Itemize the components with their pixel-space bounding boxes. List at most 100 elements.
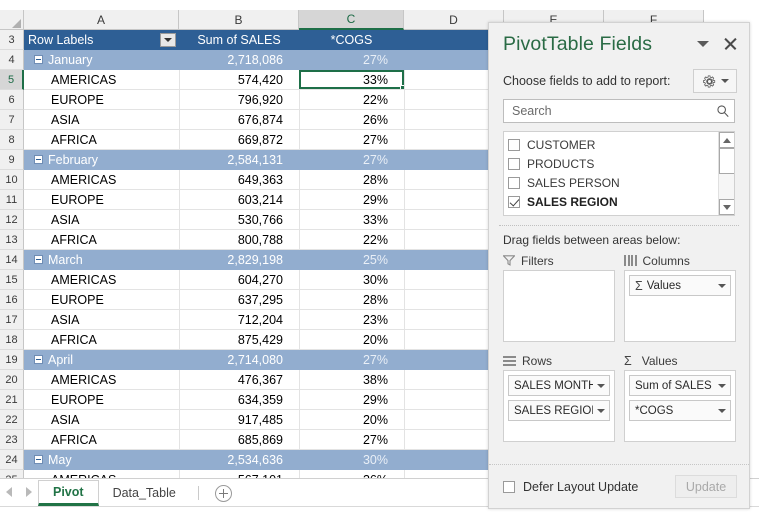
cell-cogs[interactable]: 38% <box>299 370 404 390</box>
zone-columns[interactable]: Columns Σ Values <box>624 251 736 342</box>
cell-label[interactable]: AFRICA <box>24 330 179 350</box>
row-header-23[interactable]: 23 <box>0 430 24 450</box>
prev-sheet-icon[interactable] <box>6 487 12 497</box>
field-checkbox[interactable] <box>508 214 520 215</box>
chevron-down-icon[interactable] <box>718 383 726 388</box>
cell-label[interactable]: AFRICA <box>24 130 179 150</box>
collapse-minus-icon[interactable] <box>34 355 43 364</box>
field-list-item[interactable]: CUSTOMER <box>508 135 718 154</box>
chevron-down-icon[interactable] <box>597 408 605 413</box>
cell-sales[interactable]: 634,359 <box>179 390 299 410</box>
cell-cogs[interactable]: 27% <box>299 150 404 170</box>
zone-rows-dropbox[interactable]: SALES MONTH SALES REGION <box>503 370 615 442</box>
field-checkbox[interactable] <box>508 176 520 189</box>
cell-label[interactable]: AFRICA <box>24 430 179 450</box>
cell-label[interactable]: EUROPE <box>24 290 179 310</box>
cell-label[interactable]: EUROPE <box>24 390 179 410</box>
row-header-20[interactable]: 20 <box>0 370 24 390</box>
row-header-17[interactable]: 17 <box>0 310 24 330</box>
field-list-item[interactable]: SALES REGION <box>508 192 718 211</box>
cell-sales[interactable]: 476,367 <box>179 370 299 390</box>
sheet-tab-data_table[interactable]: Data_Table <box>99 480 190 506</box>
row-header-10[interactable]: 10 <box>0 170 24 190</box>
cell-label[interactable]: EUROPE <box>24 190 179 210</box>
cell-label[interactable]: April <box>24 350 179 370</box>
cell-label[interactable]: EUROPE <box>24 90 179 110</box>
cell-sales[interactable]: 676,874 <box>179 110 299 130</box>
cell-sales[interactable]: 2,829,198 <box>179 250 299 270</box>
defer-layout-update-row[interactable]: Defer Layout Update <box>503 480 675 494</box>
cell-label[interactable]: AFRICA <box>24 230 179 250</box>
row-header-22[interactable]: 22 <box>0 410 24 430</box>
row-header-6[interactable]: 6 <box>0 90 24 110</box>
row-header-18[interactable]: 18 <box>0 330 24 350</box>
field-list-scrollbar[interactable] <box>718 132 734 215</box>
column-header-c[interactable]: C <box>299 10 404 30</box>
row-header-21[interactable]: 21 <box>0 390 24 410</box>
cell-label[interactable]: AMERICAS <box>24 70 179 90</box>
zone-columns-dropbox[interactable]: Σ Values <box>624 270 736 342</box>
cell-cogs[interactable]: 20% <box>299 410 404 430</box>
cell-sales[interactable]: 2,718,086 <box>179 50 299 70</box>
cell-sales[interactable]: 875,429 <box>179 330 299 350</box>
cell-cogs[interactable]: 29% <box>299 390 404 410</box>
collapse-minus-icon[interactable] <box>34 455 43 464</box>
sheet-tab-pivot[interactable]: Pivot <box>38 480 99 506</box>
cell-sales[interactable]: 712,204 <box>179 310 299 330</box>
row-header-13[interactable]: 13 <box>0 230 24 250</box>
cell-cogs[interactable]: 29% <box>299 190 404 210</box>
scrollbar-thumb[interactable] <box>719 148 734 174</box>
cell-cogs[interactable]: 28% <box>299 170 404 190</box>
row-header-24[interactable]: 24 <box>0 450 24 470</box>
row-header-8[interactable]: 8 <box>0 130 24 150</box>
search-input[interactable] <box>510 103 716 119</box>
cell-cogs[interactable]: 30% <box>299 270 404 290</box>
cell-sales[interactable]: 917,485 <box>179 410 299 430</box>
column-header-a[interactable]: A <box>24 10 179 30</box>
cell-label[interactable]: ASIA <box>24 210 179 230</box>
field-checkbox[interactable] <box>508 138 520 151</box>
row-header-7[interactable]: 7 <box>0 110 24 130</box>
sum-of-sales-header-cell[interactable]: Sum of SALES <box>179 30 299 50</box>
cell-label[interactable]: March <box>24 250 179 270</box>
next-sheet-icon[interactable] <box>26 487 32 497</box>
cell-cogs[interactable]: 20% <box>299 330 404 350</box>
row-header-16[interactable]: 16 <box>0 290 24 310</box>
field-pill[interactable]: *COGS <box>629 400 731 421</box>
cell-sales[interactable]: 530,766 <box>179 210 299 230</box>
cell-sales[interactable]: 669,872 <box>179 130 299 150</box>
field-checkbox[interactable] <box>508 195 520 208</box>
cell-cogs[interactable]: 27% <box>299 430 404 450</box>
field-pill[interactable]: SALES MONTH <box>508 375 610 396</box>
zone-filters-dropbox[interactable] <box>503 270 615 342</box>
field-pill[interactable]: Σ Values <box>629 275 731 296</box>
row-header-11[interactable]: 11 <box>0 190 24 210</box>
cell-sales[interactable]: 2,584,131 <box>179 150 299 170</box>
field-list-item[interactable]: SALES PERSON <box>508 173 718 192</box>
collapse-minus-icon[interactable] <box>34 55 43 64</box>
row-header-4[interactable]: 4 <box>0 50 24 70</box>
sheet-nav-arrows[interactable] <box>0 478 38 506</box>
defer-layout-update-checkbox[interactable] <box>503 480 515 493</box>
close-icon[interactable] <box>723 37 737 51</box>
cell-cogs[interactable]: 22% <box>299 90 404 110</box>
cell-cogs[interactable]: 26% <box>299 110 404 130</box>
cell-cogs[interactable]: 33% <box>299 70 404 90</box>
cell-cogs[interactable]: 27% <box>299 50 404 70</box>
row-header-19[interactable]: 19 <box>0 350 24 370</box>
zone-filters[interactable]: Filters <box>503 251 615 342</box>
chevron-down-icon[interactable] <box>718 408 726 413</box>
update-button[interactable]: Update <box>675 475 737 498</box>
cell-label[interactable]: May <box>24 450 179 470</box>
field-list-item[interactable]: ORDER DATE <box>508 211 718 215</box>
cell-cogs[interactable]: 25% <box>299 250 404 270</box>
cell-label[interactable]: ASIA <box>24 110 179 130</box>
cell-cogs[interactable]: 27% <box>299 130 404 150</box>
cell-label[interactable]: January <box>24 50 179 70</box>
row-header-5[interactable]: 5 <box>0 70 24 90</box>
row-header-14[interactable]: 14 <box>0 250 24 270</box>
cogs-header-cell[interactable]: *COGS <box>299 30 404 50</box>
cell-cogs[interactable]: 30% <box>299 450 404 470</box>
cell-cogs[interactable]: 22% <box>299 230 404 250</box>
cell-sales[interactable]: 637,295 <box>179 290 299 310</box>
